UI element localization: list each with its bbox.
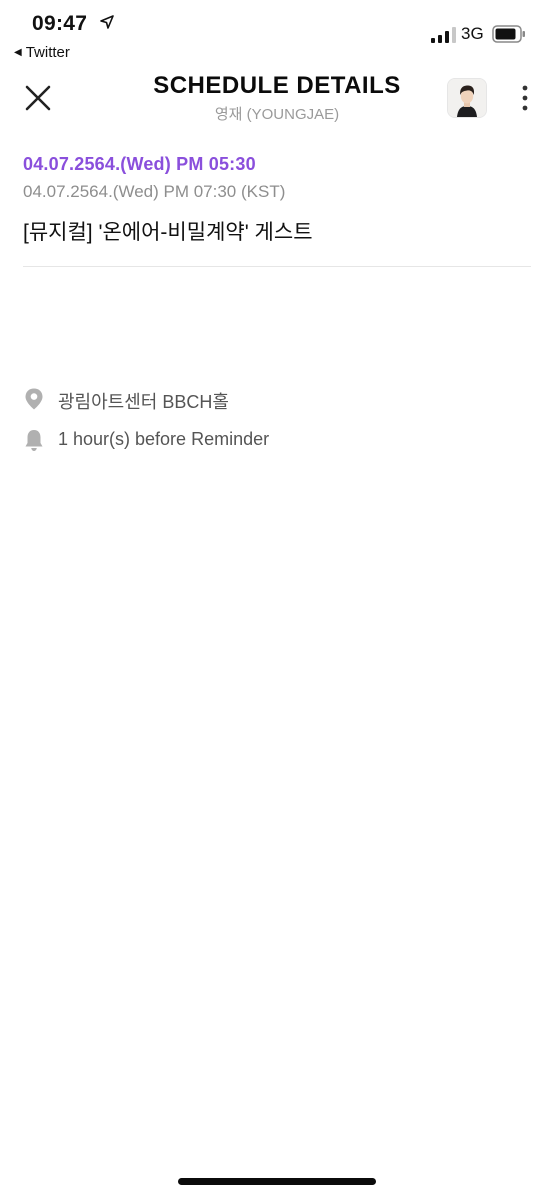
back-triangle-icon: ◀ <box>14 47 22 58</box>
avatar-image <box>448 79 486 117</box>
status-time: 09:47 <box>32 12 88 35</box>
schedule-title: [뮤지컬] '온에어-비밀계약' 게스트 <box>23 221 313 244</box>
divider <box>23 266 531 267</box>
cellular-signal-icon <box>431 27 456 43</box>
reminder-text: 1 hour(s) before Reminder <box>58 429 270 449</box>
back-to-app-link[interactable]: ◀ Twitter <box>14 44 70 61</box>
home-indicator[interactable] <box>178 1178 376 1185</box>
back-app-label: Twitter <box>25 44 70 61</box>
battery-icon <box>492 25 525 43</box>
map-pin-icon <box>25 388 43 410</box>
schedule-start-time: 04.07.2564.(Wed) PM 05:30 <box>23 154 256 174</box>
schedule-end-time: 04.07.2564.(Wed) PM 07:30 (KST) <box>23 182 286 201</box>
bell-icon <box>25 430 43 451</box>
network-type: 3G <box>461 24 484 43</box>
schedule-details-screen: 09:47 ◀ Twitter 3G SCHEDULE DETAILS 영재 (Y… <box>0 0 554 1200</box>
location-text: 광림아트센터 BBCH홀 <box>58 392 229 412</box>
location-arrow-icon <box>100 15 114 29</box>
artist-avatar[interactable] <box>447 78 487 118</box>
more-vertical-icon[interactable] <box>515 84 535 112</box>
